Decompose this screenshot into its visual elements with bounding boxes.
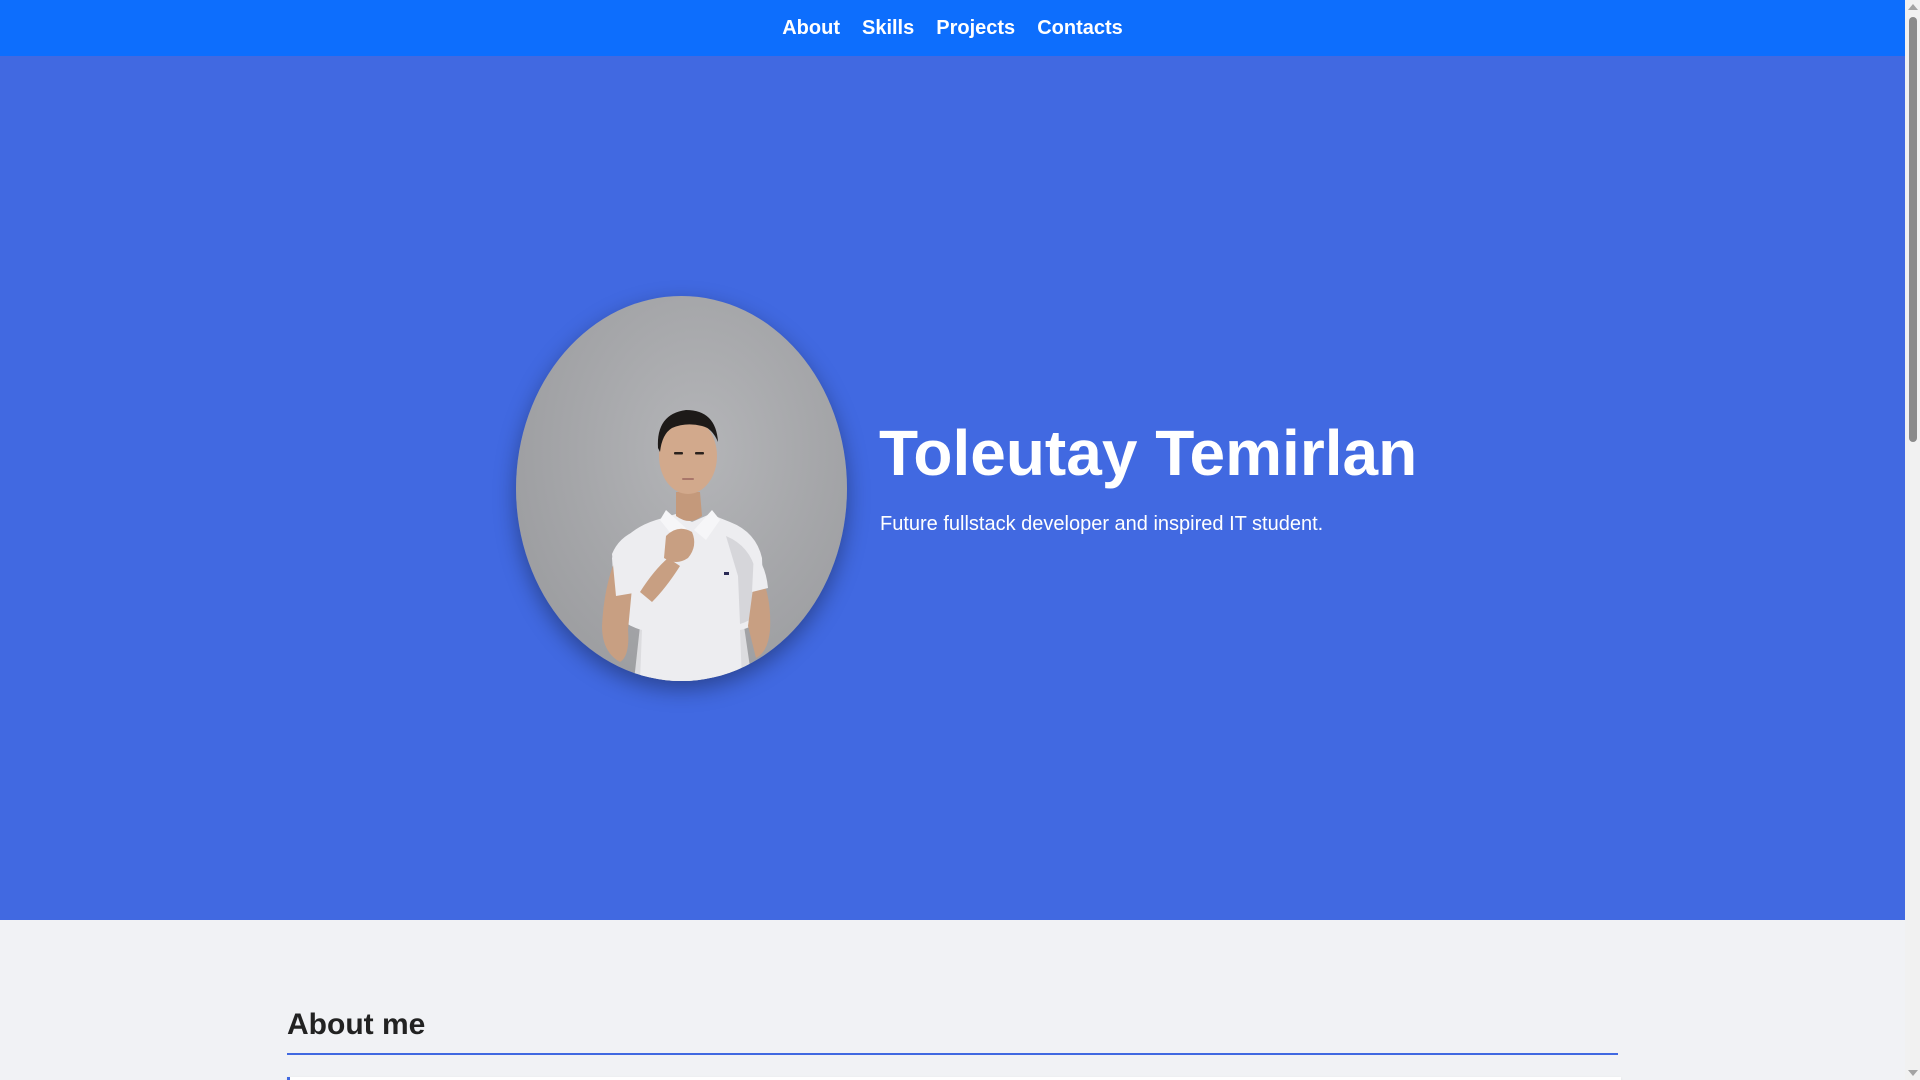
about-section: About me	[0, 920, 1905, 1080]
person-portrait-illustration	[602, 410, 771, 681]
hero-section: Toleutay Temirlan Future fullstack devel…	[0, 56, 1905, 920]
browser-viewport: About Skills Projects Contacts Toleutay …	[0, 0, 1920, 1080]
profile-photo	[516, 296, 847, 681]
scroll-up-arrow-icon[interactable]	[1908, 4, 1918, 10]
page: About Skills Projects Contacts Toleutay …	[0, 0, 1905, 1080]
hero-tagline: Future fullstack developer and inspired …	[880, 513, 1324, 535]
vertical-scrollbar[interactable]	[1905, 0, 1920, 1080]
scrollbar-thumb[interactable]	[1909, 17, 1917, 442]
scroll-down-arrow-icon[interactable]	[1908, 1070, 1918, 1076]
nav-link-projects[interactable]: Projects	[936, 17, 1015, 40]
about-heading: About me	[287, 1008, 426, 1041]
nav-link-contacts[interactable]: Contacts	[1037, 17, 1123, 40]
nav-link-skills[interactable]: Skills	[862, 17, 914, 40]
top-navigation: About Skills Projects Contacts	[0, 0, 1905, 56]
nav-link-about[interactable]: About	[782, 17, 840, 40]
hero-name-heading: Toleutay Temirlan	[879, 417, 1418, 489]
about-divider	[287, 1053, 1618, 1055]
